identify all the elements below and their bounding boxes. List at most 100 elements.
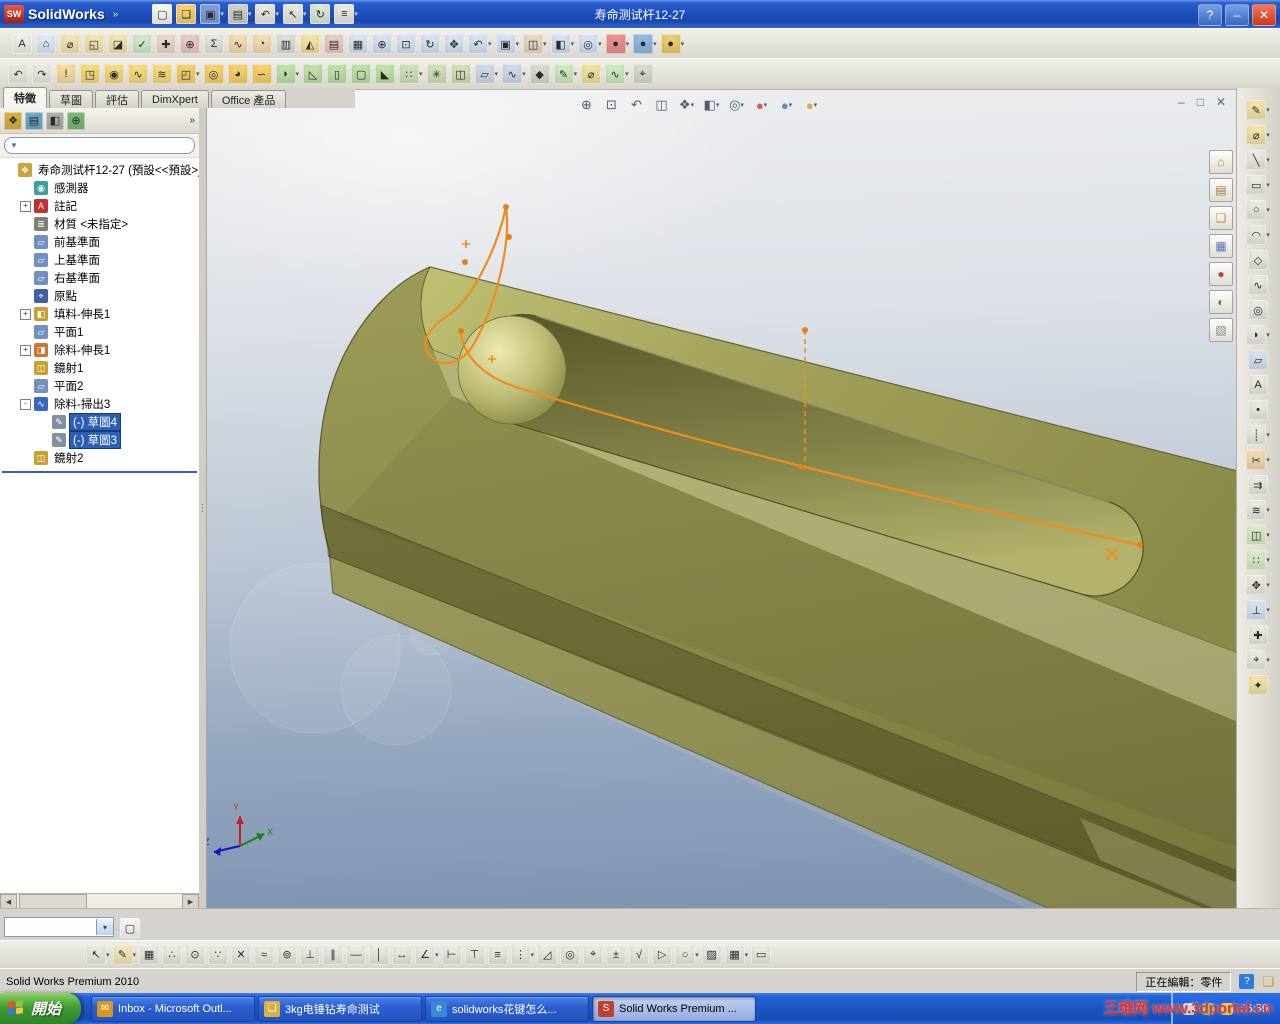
tree-item[interactable]: ⌖ 原點 bbox=[0, 287, 199, 305]
quick-snaps[interactable]: ⌖ ▾ bbox=[1246, 650, 1271, 670]
undo-small[interactable]: ↶ bbox=[8, 64, 29, 84]
hole-callout[interactable]: ◎ bbox=[560, 944, 581, 965]
select[interactable]: ↖ ▾ bbox=[282, 4, 308, 24]
web-toolbar[interactable]: ⌂ bbox=[36, 34, 57, 54]
statistics[interactable]: ▦ bbox=[348, 34, 369, 54]
tree-filter-input[interactable] bbox=[21, 138, 189, 153]
display-relations[interactable]: ⊥ ▾ bbox=[1246, 600, 1271, 620]
shell[interactable]: ▢ bbox=[351, 64, 372, 84]
help-button[interactable]: ? bbox=[1198, 4, 1222, 26]
tree-filter-box[interactable]: ▼ bbox=[4, 137, 195, 154]
smart-dimension[interactable]: ⌀ ▾ bbox=[1246, 125, 1271, 145]
dropdown-arrow-icon[interactable]: ▾ bbox=[488, 40, 492, 48]
view-settings[interactable]: ● ▾ bbox=[803, 96, 821, 114]
dropdown-arrow-icon[interactable]: ▾ bbox=[691, 101, 695, 109]
import-diagnostics[interactable]: ⊕ bbox=[180, 34, 201, 54]
snap-length[interactable]: ↔ bbox=[392, 944, 413, 965]
repair-sketch[interactable]: ✚ bbox=[1248, 625, 1269, 645]
scenes[interactable]: ◐ bbox=[1209, 290, 1233, 314]
dropdown-arrow-icon[interactable]: ▾ bbox=[354, 10, 358, 18]
dropdown-arrow-icon[interactable]: ▾ bbox=[625, 70, 629, 78]
rectangle[interactable]: ▭ ▾ bbox=[1246, 175, 1271, 195]
tree-item[interactable]: ▱ 上基準面 bbox=[0, 251, 199, 269]
dropdown-arrow-icon[interactable]: ▾ bbox=[764, 101, 768, 109]
deviation-analysis[interactable]: ∿ bbox=[228, 34, 249, 54]
apply-scene[interactable]: ● ▾ bbox=[778, 96, 796, 114]
propertymanager-tab[interactable]: ▤ bbox=[25, 111, 43, 130]
dropdown-arrow-icon[interactable]: ▾ bbox=[516, 40, 520, 48]
snap-angle[interactable]: ∠ ▾ bbox=[415, 944, 440, 965]
scroll-right-arrow[interactable]: ▶ bbox=[182, 894, 199, 909]
quick-selector-combo[interactable]: ▾ bbox=[4, 917, 114, 937]
dropdown-arrow-icon[interactable]: ▾ bbox=[626, 40, 630, 48]
dropdown-arrow-icon[interactable]: ▾ bbox=[303, 10, 307, 18]
dropdown-arrow-icon[interactable]: ▾ bbox=[196, 70, 200, 78]
minimize-button[interactable]: – bbox=[1225, 4, 1249, 26]
hide-show-items[interactable]: ◎ ▾ bbox=[728, 96, 746, 114]
dropdown-arrow-icon[interactable]: ▾ bbox=[1266, 506, 1270, 514]
dropdown-arrow-icon[interactable]: ▾ bbox=[419, 70, 423, 78]
snap-points[interactable]: ∴ bbox=[162, 944, 183, 965]
plane[interactable]: ▱ bbox=[1248, 350, 1269, 370]
undo[interactable]: ↶ ▾ bbox=[255, 4, 280, 24]
apply-scene[interactable]: ● ▾ bbox=[633, 34, 658, 54]
instant3d[interactable]: ◆ bbox=[529, 64, 551, 84]
panel-splitter[interactable]: ⋮ bbox=[198, 108, 208, 908]
dropdown-arrow-icon[interactable]: ▾ bbox=[1266, 456, 1270, 464]
close-button[interactable]: ✕ bbox=[1252, 4, 1276, 26]
note[interactable]: ▭ bbox=[751, 944, 772, 965]
point[interactable]: • bbox=[1248, 400, 1269, 420]
tree-item[interactable]: ▱ 右基準面 bbox=[0, 269, 199, 287]
tree-item[interactable]: + ◨ 除料-伸長1 bbox=[0, 341, 199, 359]
dropdown-arrow-icon[interactable]: ▾ bbox=[653, 40, 657, 48]
area-hatch[interactable]: ▨ bbox=[701, 944, 723, 965]
linear-sketch-pattern[interactable]: ∷ ▾ bbox=[1246, 550, 1271, 570]
appearances[interactable]: ● bbox=[1209, 262, 1233, 286]
tree-item[interactable]: ◫ 鏡射1 bbox=[0, 359, 199, 377]
dropdown-arrow-icon[interactable]: ▾ bbox=[133, 951, 137, 959]
circular-pattern[interactable]: ✳ bbox=[426, 64, 448, 84]
open[interactable]: ❏ bbox=[176, 4, 197, 24]
chamfer[interactable]: ◺ bbox=[303, 64, 324, 84]
dropdown-arrow-icon[interactable]: ▾ bbox=[1266, 131, 1270, 139]
previous-view[interactable]: ↶ bbox=[628, 96, 646, 114]
design-library[interactable]: ▤ bbox=[1209, 178, 1233, 202]
spell-checker[interactable]: A bbox=[12, 34, 33, 54]
trim-entities[interactable]: ✂ ▾ bbox=[1246, 450, 1271, 470]
view-orientation[interactable]: ❖ ▾ bbox=[678, 96, 696, 114]
snap-tangent[interactable]: ⊚ bbox=[277, 944, 298, 965]
save[interactable]: ▣ ▾ bbox=[200, 4, 225, 24]
spline-tools[interactable]: ∿ ▾ bbox=[605, 64, 630, 84]
redo-small[interactable]: ↷ bbox=[32, 64, 53, 84]
sketch[interactable]: ✎ ▾ bbox=[1246, 100, 1271, 120]
measure[interactable]: ⌀ bbox=[60, 34, 81, 54]
move-entities[interactable]: ✥ ▾ bbox=[1246, 575, 1271, 595]
check-entity[interactable]: ✓ bbox=[132, 34, 153, 54]
tree-item[interactable]: ◉ 感測器 bbox=[0, 179, 199, 197]
dropdown-arrow-icon[interactable]: ▾ bbox=[1266, 331, 1270, 339]
arc[interactable]: ◠ ▾ bbox=[1246, 225, 1271, 245]
sketch-small[interactable]: ✎ ▾ bbox=[112, 944, 138, 965]
custom-properties[interactable]: ▧ bbox=[1209, 318, 1233, 342]
dropdown-arrow-icon[interactable]: ▾ bbox=[248, 10, 252, 18]
panel-overflow-chevron[interactable]: » bbox=[189, 115, 195, 126]
tree-expander[interactable]: + bbox=[20, 200, 31, 212]
dropdown-arrow-icon[interactable]: ▾ bbox=[522, 70, 526, 78]
toolbar-overflow-chevron[interactable]: » bbox=[113, 9, 119, 20]
featuremanager-tab[interactable]: ❖ bbox=[4, 111, 22, 130]
hole-wizard[interactable]: ◎ bbox=[203, 64, 225, 84]
extruded-boss[interactable]: ◳ bbox=[80, 64, 101, 84]
dropdown-arrow-icon[interactable]: ▾ bbox=[681, 40, 685, 48]
table[interactable]: ▦ ▾ bbox=[724, 944, 750, 965]
draft-analysis[interactable]: ◭ bbox=[300, 34, 321, 54]
previous-view[interactable]: ↶ ▾ bbox=[468, 34, 493, 54]
mirror-entities[interactable]: ◫ ▾ bbox=[1246, 525, 1271, 545]
zebra-stripes[interactable]: ▥ bbox=[276, 34, 297, 54]
task-folder[interactable]: ❏ 3kg电锤钻寿命测试 bbox=[258, 995, 423, 1022]
zoom-to-area[interactable]: ⊡ bbox=[603, 96, 621, 114]
dropdown-arrow-icon[interactable]: ▾ bbox=[1266, 581, 1270, 589]
dropdown-arrow-icon[interactable]: ▾ bbox=[716, 101, 720, 109]
text[interactable]: A bbox=[1248, 375, 1269, 395]
dropdown-arrow-icon[interactable]: ▾ bbox=[789, 101, 793, 109]
rotate-view[interactable]: ↻ bbox=[420, 34, 441, 54]
